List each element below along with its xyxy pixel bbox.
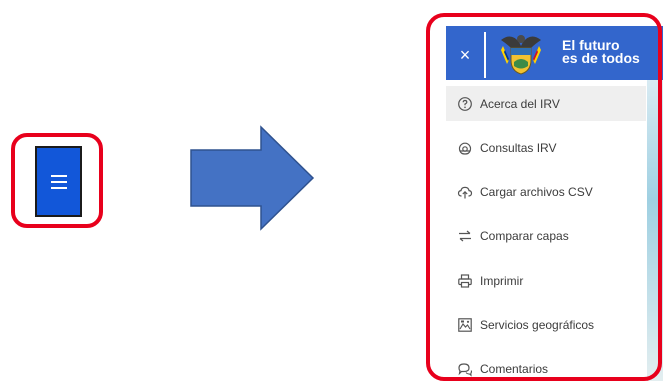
- menu-item-comentarios[interactable]: Comentarios: [446, 352, 646, 381]
- menu-item-comparar-capas[interactable]: Comparar capas: [446, 219, 646, 254]
- menu-item-cargar-archivos-csv[interactable]: Cargar archivos CSV: [446, 175, 646, 210]
- swap-arrows-icon: [457, 228, 473, 244]
- menu-item-label: Comparar capas: [480, 229, 569, 244]
- menu-item-consultas-irv[interactable]: Consultas IRV: [446, 130, 646, 165]
- comments-icon: [457, 361, 473, 377]
- slogan: El futuro es de todos: [562, 38, 640, 66]
- cloud-upload-icon: [457, 184, 473, 200]
- menu-item-label: Cargar archivos CSV: [480, 185, 593, 200]
- menu-toggle-button[interactable]: [35, 146, 82, 217]
- side-menu: Acerca del IRV Consultas IRV Cargar arch…: [446, 86, 646, 381]
- menu-item-acerca-del-irv[interactable]: Acerca del IRV: [446, 86, 646, 121]
- coat-of-arms-icon: [501, 35, 541, 75]
- menu-item-label: Servicios geográficos: [480, 317, 595, 332]
- menu-item-label: Comentarios: [480, 362, 549, 377]
- printer-icon: [457, 273, 473, 289]
- menu-item-servicios-geograficos[interactable]: Servicios geográficos: [446, 307, 646, 342]
- close-button[interactable]: ×: [446, 32, 484, 78]
- side-menu-panel: × El futuro es de todos Acerca del IRV C…: [446, 26, 663, 381]
- menu-item-label: Imprimir: [480, 273, 524, 288]
- header-divider: [484, 32, 486, 78]
- help-circle-icon: [457, 96, 473, 112]
- menu-item-imprimir[interactable]: Imprimir: [446, 263, 646, 298]
- hamburger-menu-icon: [50, 174, 67, 189]
- menu-item-label: Acerca del IRV: [480, 96, 560, 111]
- query-icon: [457, 140, 473, 156]
- right-arrow-icon: [190, 125, 315, 231]
- panel-header: × El futuro es de todos: [446, 26, 663, 80]
- close-icon: ×: [459, 45, 471, 65]
- map-background-strip: [647, 80, 663, 381]
- slogan-line-2: es de todos: [562, 50, 640, 66]
- menu-item-label: Consultas IRV: [480, 140, 557, 155]
- geo-services-icon: [457, 317, 473, 333]
